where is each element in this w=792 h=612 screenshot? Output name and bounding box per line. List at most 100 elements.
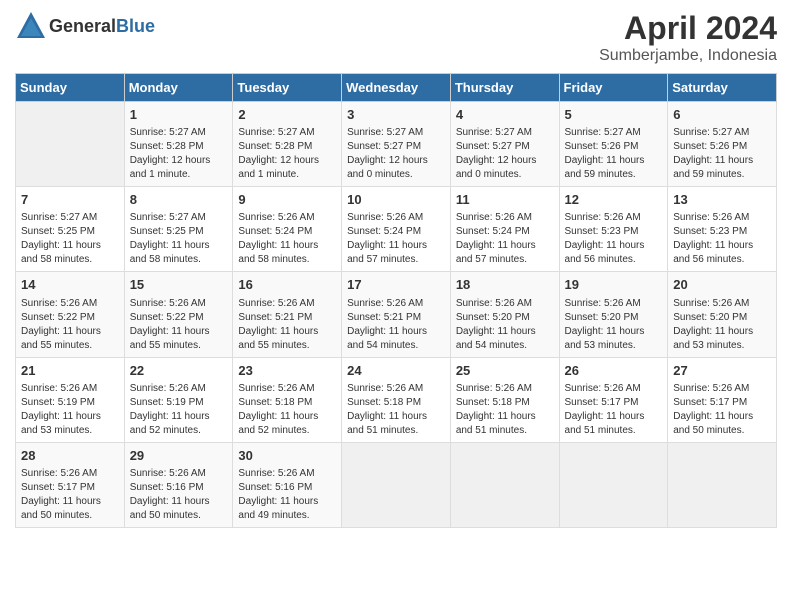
day-info: Sunset: 5:26 PM — [673, 140, 772, 154]
day-info: Sunset: 5:24 PM — [456, 225, 555, 239]
calendar-cell: 12Sunrise: 5:26 AMSunset: 5:23 PMDayligh… — [559, 187, 668, 272]
day-number: 6 — [673, 106, 772, 124]
calendar-cell — [559, 442, 668, 527]
day-info: Daylight: 11 hours — [673, 325, 772, 339]
day-number: 19 — [565, 276, 664, 294]
day-info: Sunrise: 5:26 AM — [347, 382, 446, 396]
day-number: 26 — [565, 362, 664, 380]
day-info: and 55 minutes. — [238, 339, 337, 353]
day-number: 3 — [347, 106, 446, 124]
title-area: April 2024 Sumberjambe, Indonesia — [599, 10, 777, 65]
day-info: and 1 minute. — [238, 168, 337, 182]
day-info: and 52 minutes. — [238, 424, 337, 438]
calendar-cell: 9Sunrise: 5:26 AMSunset: 5:24 PMDaylight… — [233, 187, 342, 272]
day-info: Sunset: 5:19 PM — [130, 396, 229, 410]
day-info: Sunrise: 5:26 AM — [673, 211, 772, 225]
day-number: 11 — [456, 191, 555, 209]
day-info: and 55 minutes. — [130, 339, 229, 353]
day-number: 10 — [347, 191, 446, 209]
day-info: Sunset: 5:27 PM — [347, 140, 446, 154]
calendar-cell: 23Sunrise: 5:26 AMSunset: 5:18 PMDayligh… — [233, 357, 342, 442]
day-info: Daylight: 11 hours — [456, 325, 555, 339]
day-info: Daylight: 11 hours — [238, 239, 337, 253]
day-number: 2 — [238, 106, 337, 124]
day-info: Daylight: 11 hours — [456, 239, 555, 253]
day-info: Daylight: 11 hours — [238, 410, 337, 424]
calendar-cell — [16, 102, 125, 187]
day-info: Daylight: 11 hours — [673, 239, 772, 253]
day-info: Daylight: 11 hours — [347, 325, 446, 339]
day-info: Sunset: 5:21 PM — [238, 311, 337, 325]
day-info: and 58 minutes. — [130, 253, 229, 267]
weekday-header-thursday: Thursday — [450, 74, 559, 102]
calendar-cell: 24Sunrise: 5:26 AMSunset: 5:18 PMDayligh… — [342, 357, 451, 442]
day-info: Sunrise: 5:26 AM — [347, 211, 446, 225]
day-info: and 0 minutes. — [347, 168, 446, 182]
day-number: 27 — [673, 362, 772, 380]
day-number: 21 — [21, 362, 120, 380]
day-number: 30 — [238, 447, 337, 465]
weekday-header-sunday: Sunday — [16, 74, 125, 102]
day-info: Sunrise: 5:26 AM — [130, 297, 229, 311]
calendar-cell: 7Sunrise: 5:27 AMSunset: 5:25 PMDaylight… — [16, 187, 125, 272]
day-info: and 57 minutes. — [456, 253, 555, 267]
calendar-cell: 25Sunrise: 5:26 AMSunset: 5:18 PMDayligh… — [450, 357, 559, 442]
weekday-header-friday: Friday — [559, 74, 668, 102]
calendar-cell: 20Sunrise: 5:26 AMSunset: 5:20 PMDayligh… — [668, 272, 777, 357]
day-number: 13 — [673, 191, 772, 209]
day-info: and 1 minute. — [130, 168, 229, 182]
day-number: 5 — [565, 106, 664, 124]
day-info: Sunrise: 5:26 AM — [456, 297, 555, 311]
day-info: Daylight: 11 hours — [347, 239, 446, 253]
day-info: Sunset: 5:18 PM — [347, 396, 446, 410]
week-row-5: 28Sunrise: 5:26 AMSunset: 5:17 PMDayligh… — [16, 442, 777, 527]
calendar-cell: 30Sunrise: 5:26 AMSunset: 5:16 PMDayligh… — [233, 442, 342, 527]
day-info: Sunset: 5:25 PM — [130, 225, 229, 239]
day-info: Sunrise: 5:26 AM — [238, 211, 337, 225]
day-info: Sunrise: 5:26 AM — [238, 467, 337, 481]
day-number: 20 — [673, 276, 772, 294]
day-info: Sunset: 5:18 PM — [456, 396, 555, 410]
main-title: April 2024 — [599, 10, 777, 47]
weekday-header-row: SundayMondayTuesdayWednesdayThursdayFrid… — [16, 74, 777, 102]
calendar-cell: 17Sunrise: 5:26 AMSunset: 5:21 PMDayligh… — [342, 272, 451, 357]
day-info: Sunrise: 5:26 AM — [238, 297, 337, 311]
day-info: Daylight: 12 hours — [130, 154, 229, 168]
calendar-cell: 13Sunrise: 5:26 AMSunset: 5:23 PMDayligh… — [668, 187, 777, 272]
day-info: Sunrise: 5:26 AM — [565, 382, 664, 396]
day-info: Daylight: 11 hours — [130, 410, 229, 424]
day-number: 4 — [456, 106, 555, 124]
day-info: Sunrise: 5:26 AM — [130, 382, 229, 396]
day-number: 28 — [21, 447, 120, 465]
day-info: and 52 minutes. — [130, 424, 229, 438]
calendar-cell: 14Sunrise: 5:26 AMSunset: 5:22 PMDayligh… — [16, 272, 125, 357]
day-number: 12 — [565, 191, 664, 209]
day-info: Sunrise: 5:26 AM — [565, 211, 664, 225]
day-info: Sunrise: 5:26 AM — [21, 297, 120, 311]
day-info: Daylight: 12 hours — [456, 154, 555, 168]
calendar-cell: 16Sunrise: 5:26 AMSunset: 5:21 PMDayligh… — [233, 272, 342, 357]
weekday-header-wednesday: Wednesday — [342, 74, 451, 102]
day-info: and 59 minutes. — [673, 168, 772, 182]
calendar-cell: 29Sunrise: 5:26 AMSunset: 5:16 PMDayligh… — [124, 442, 233, 527]
day-number: 15 — [130, 276, 229, 294]
day-number: 7 — [21, 191, 120, 209]
day-info: and 58 minutes. — [238, 253, 337, 267]
day-number: 9 — [238, 191, 337, 209]
day-number: 23 — [238, 362, 337, 380]
calendar-cell: 26Sunrise: 5:26 AMSunset: 5:17 PMDayligh… — [559, 357, 668, 442]
day-info: Sunrise: 5:26 AM — [565, 297, 664, 311]
day-number: 17 — [347, 276, 446, 294]
calendar-cell — [342, 442, 451, 527]
day-info: and 57 minutes. — [347, 253, 446, 267]
day-info: Sunset: 5:26 PM — [565, 140, 664, 154]
day-info: and 51 minutes. — [347, 424, 446, 438]
calendar-cell: 5Sunrise: 5:27 AMSunset: 5:26 PMDaylight… — [559, 102, 668, 187]
day-info: Sunset: 5:17 PM — [565, 396, 664, 410]
day-info: Daylight: 11 hours — [456, 410, 555, 424]
calendar-cell: 18Sunrise: 5:26 AMSunset: 5:20 PMDayligh… — [450, 272, 559, 357]
weekday-header-tuesday: Tuesday — [233, 74, 342, 102]
calendar-cell: 6Sunrise: 5:27 AMSunset: 5:26 PMDaylight… — [668, 102, 777, 187]
day-info: Sunset: 5:17 PM — [21, 481, 120, 495]
day-info: Daylight: 11 hours — [238, 325, 337, 339]
